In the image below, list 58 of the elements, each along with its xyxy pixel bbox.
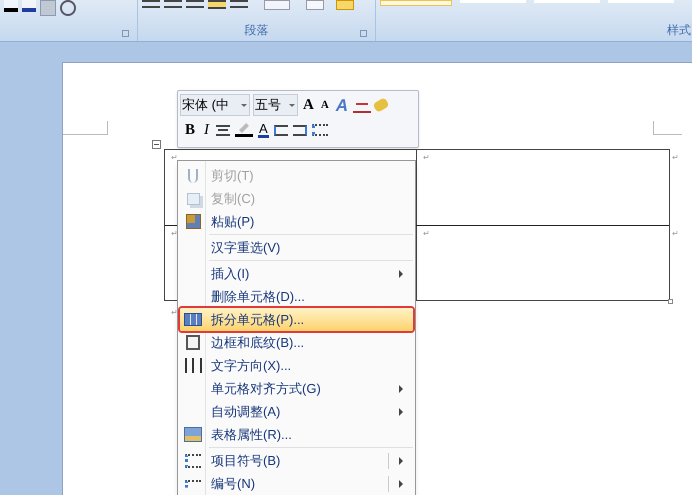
shrink-font-button[interactable]: A: [318, 100, 331, 110]
page-border-icon: [186, 335, 200, 350]
bullet-list-icon[interactable]: [312, 124, 328, 136]
distribute-icon[interactable]: [230, 0, 248, 8]
align-right-icon[interactable]: [186, 0, 204, 8]
font-color-icon[interactable]: [4, 0, 18, 12]
menu-item[interactable]: 删除单元格(D)...: [180, 285, 413, 308]
caret-icon: [289, 104, 295, 106]
margin-mark: [63, 121, 108, 135]
table-properties-icon: [184, 427, 202, 442]
menu-item[interactable]: 项目符号(B): [180, 449, 413, 472]
table-grid-icon: [184, 313, 202, 326]
align-left-icon[interactable]: [142, 0, 160, 8]
paragraph-mark: ↵: [423, 152, 430, 164]
underline-icon[interactable]: [22, 0, 36, 12]
menu-item[interactable]: 表格属性(R)...: [180, 423, 413, 446]
font-name-dropdown[interactable]: 宋体 (中: [180, 94, 250, 116]
center-align-icon[interactable]: [216, 124, 230, 136]
italic-button[interactable]: I: [202, 122, 212, 138]
bold-button[interactable]: B: [183, 122, 198, 138]
submenu-arrow-icon: [399, 384, 403, 392]
numbered-list-icon: [185, 480, 201, 488]
font-size-dropdown[interactable]: 五号: [253, 94, 298, 116]
group-label: 样式: [667, 22, 691, 39]
paragraph-mark: ↵: [423, 228, 430, 240]
increase-indent-icon[interactable]: [292, 124, 307, 136]
font-color-button[interactable]: A: [258, 122, 269, 138]
table-resize-handle-icon[interactable]: [668, 299, 673, 304]
menu-item[interactable]: 自动调整(A): [180, 400, 413, 423]
menu-item[interactable]: 粘贴(P): [180, 210, 413, 233]
text-effects-button[interactable]: A: [334, 96, 350, 114]
menu-item[interactable]: 文字方向(X)...: [180, 354, 413, 377]
menu-item[interactable]: 插入(I): [180, 262, 413, 285]
menu-item[interactable]: 边框和底纹(B)...: [180, 331, 413, 354]
caret-icon: [241, 104, 247, 106]
clipboard-icon: [186, 214, 200, 229]
submenu-arrow-icon: [399, 270, 403, 278]
menu-item[interactable]: 汉字重选(V): [180, 236, 413, 259]
menu-item[interactable]: 编号(N): [180, 472, 413, 495]
submenu-arrow-icon: [399, 456, 403, 464]
bullet-list-icon: [185, 454, 201, 468]
end-of-row-mark: ↵: [672, 228, 679, 240]
align-center-icon[interactable]: [164, 0, 182, 8]
paragraph-mark: ↵: [171, 228, 178, 240]
highlighter-icon[interactable]: [235, 123, 254, 137]
table-move-handle-icon[interactable]: [152, 140, 161, 149]
paragraph-mark: ↵: [171, 152, 178, 164]
submenu-arrow-icon: [399, 480, 403, 488]
decrease-indent-icon[interactable]: [274, 124, 288, 136]
justify-icon[interactable]: [208, 0, 226, 9]
end-of-row-mark: ↵: [672, 152, 679, 164]
margin-mark: [653, 121, 682, 135]
submenu-arrow-icon: [399, 408, 403, 416]
grow-font-button[interactable]: A: [301, 98, 316, 112]
menu-item[interactable]: 单元格对齐方式(G): [180, 377, 413, 400]
paragraph-mark: ↵: [171, 307, 178, 319]
group-label: 段落: [244, 22, 268, 39]
menu-item[interactable]: 拆分单元格(P)...: [180, 308, 413, 331]
